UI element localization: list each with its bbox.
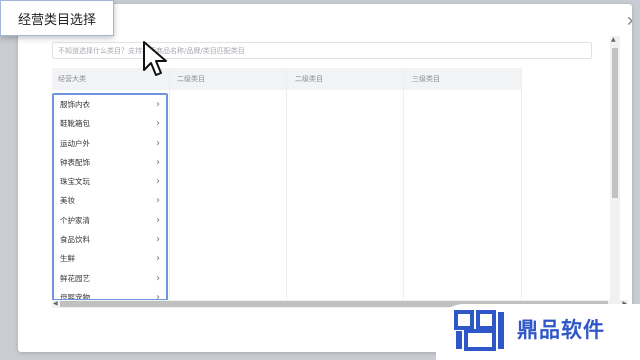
category-label: 生鲜 — [60, 254, 75, 264]
category-item[interactable]: 鲜花园艺 › — [54, 269, 166, 288]
category-item[interactable]: 生鲜 › — [54, 249, 166, 268]
mouse-cursor-icon — [143, 41, 167, 76]
chevron-right-icon: › — [156, 253, 160, 265]
brand-name: 鼎品软件 — [517, 318, 605, 342]
column-divider — [169, 68, 170, 300]
chevron-right-icon: › — [156, 156, 160, 168]
brand-logo-icon — [454, 310, 504, 351]
chevron-right-icon: › — [156, 118, 160, 130]
column-header-level2-a: 二级类目 — [177, 75, 205, 83]
category-label: 个护家清 — [60, 215, 90, 225]
category-item[interactable]: 食品饮料 › — [54, 230, 166, 249]
column-divider — [521, 68, 522, 300]
category-label: 运动户外 — [60, 138, 90, 148]
category-label: 食品饮料 — [60, 235, 90, 245]
column-header-level3: 三级类目 — [412, 75, 440, 83]
column-header-row: 经营大类 二级类目 二级类目 三级类目 — [52, 68, 522, 90]
category-select-dialog: ✕ 不知道选择什么类目？支持搜索商品名称/品牌/类目匹配类目 经营大类 二级类目… — [18, 4, 632, 352]
column-header-level2-b: 二级类目 — [295, 75, 323, 83]
chevron-right-icon: › — [156, 195, 160, 207]
scroll-left-icon[interactable]: ◀ — [53, 300, 58, 307]
chevron-right-icon: › — [156, 272, 160, 284]
category-label: 鞋靴箱包 — [60, 119, 90, 129]
category-item[interactable]: 运动户外 › — [54, 134, 166, 153]
category-item[interactable]: 服饰内衣 › — [54, 95, 166, 114]
column-header-level1: 经营大类 — [58, 75, 86, 83]
chevron-right-icon: › — [156, 214, 160, 226]
category-item[interactable]: 钟表配饰 › — [54, 153, 166, 172]
chevron-right-icon: › — [156, 176, 160, 188]
category-item[interactable]: 鞋靴箱包 › — [54, 114, 166, 133]
scroll-up-icon[interactable]: ▲ — [611, 36, 616, 43]
category-label: 钟表配饰 — [60, 157, 90, 167]
search-input[interactable]: 不知道选择什么类目？支持搜索商品名称/品牌/类目匹配类目 — [52, 42, 592, 59]
column-divider — [403, 68, 404, 300]
chevron-right-icon: › — [156, 137, 160, 149]
column-divider — [286, 68, 287, 300]
dialog-title: 经营类目选择 — [0, 0, 114, 36]
vertical-scroll-thumb[interactable] — [612, 48, 618, 198]
category-label: 珠宝文玩 — [60, 177, 90, 187]
vertical-scrollbar[interactable]: ▲ — [610, 36, 620, 302]
category-item[interactable]: 个护家清 › — [54, 211, 166, 230]
category-label: 鲜花园艺 — [60, 273, 90, 283]
close-icon[interactable]: ✕ — [624, 14, 632, 30]
chevron-right-icon: › — [156, 234, 160, 246]
category-item[interactable]: 珠宝文玩 › — [54, 172, 166, 191]
category-columns: 经营大类 二级类目 二级类目 三级类目 服饰内衣 › 鞋靴箱包 › 运动户外 › 钟表… — [52, 68, 628, 301]
chevron-right-icon: › — [156, 99, 160, 110]
category-item[interactable]: 美妆 › — [54, 191, 166, 210]
category-label: 美妆 — [60, 196, 75, 206]
level1-category-list: 服饰内衣 › 鞋靴箱包 › 运动户外 › 钟表配饰 › 珠宝文玩 › 美妆 › 个护家清 › … — [52, 93, 168, 301]
category-label: 服饰内衣 — [60, 100, 90, 109]
